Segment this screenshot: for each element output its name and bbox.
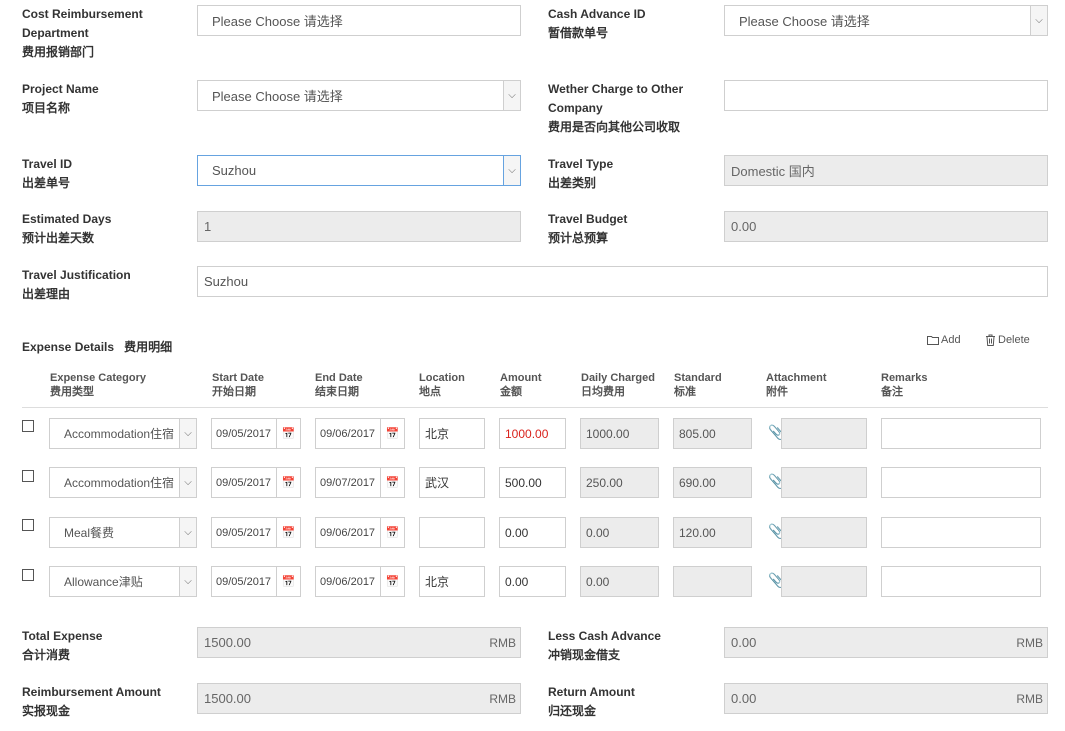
location-input[interactable]: 北京 — [419, 566, 485, 597]
location-input[interactable]: 北京 — [419, 418, 485, 449]
category-select[interactable]: Accommodation住宿 ⌵ — [49, 418, 197, 449]
amount-input[interactable]: 0.00 — [499, 566, 566, 597]
start-date-input[interactable]: 09/05/2017 📅 — [211, 467, 301, 498]
cost-dept-select[interactable]: Please Choose 请选择 — [197, 5, 521, 36]
end-date-input[interactable]: 09/06/2017 📅 — [315, 517, 405, 548]
calendar-icon[interactable]: 📅 — [380, 518, 404, 547]
estimated-days-label: Estimated Days 预计出差天数 — [22, 212, 112, 245]
chevron-down-icon: ⌵ — [503, 156, 520, 185]
col-header-location: Location 地点 — [419, 372, 465, 398]
end-date-input[interactable]: 09/07/2017 📅 — [315, 467, 405, 498]
estimated-days-field: 1 — [197, 211, 521, 242]
remarks-input[interactable] — [881, 418, 1041, 449]
calendar-icon[interactable]: 📅 — [380, 468, 404, 497]
chevron-down-icon: ⌵ — [179, 567, 196, 596]
calendar-icon[interactable]: 📅 — [380, 567, 404, 596]
end-date-input[interactable]: 09/06/2017 📅 — [315, 566, 405, 597]
justification-label: Travel Justification 出差理由 — [22, 268, 131, 301]
location-input[interactable] — [419, 517, 485, 548]
start-date-input[interactable]: 09/05/2017 📅 — [211, 418, 301, 449]
cost-dept-label: Cost Reimbursement Department 费用报销部门 — [22, 7, 143, 59]
attachment-field — [781, 566, 867, 597]
delete-button[interactable]: Delete — [985, 334, 1030, 346]
project-name-select[interactable]: Please Choose 请选择 ⌵ — [197, 80, 521, 111]
standard-field — [673, 566, 752, 597]
return-amount-field: 0.00 RMB — [724, 683, 1048, 714]
col-header-daily: Daily Charged 日均费用 — [581, 372, 655, 398]
standard-field: 690.00 — [673, 467, 752, 498]
remarks-input[interactable] — [881, 467, 1041, 498]
attachment-field — [781, 467, 867, 498]
row-checkbox[interactable] — [22, 420, 34, 432]
col-header-attachment: Attachment 附件 — [766, 372, 827, 398]
calendar-icon[interactable]: 📅 — [276, 419, 300, 448]
trash-icon — [986, 334, 995, 346]
project-name-label: Project Name 项目名称 — [22, 82, 99, 115]
remarks-input[interactable] — [881, 517, 1041, 548]
amount-input[interactable]: 0.00 — [499, 517, 566, 548]
reimbursement-label: Reimbursement Amount 实报现金 — [22, 685, 161, 718]
row-checkbox[interactable] — [22, 569, 34, 581]
col-header-category: Expense Category 费用类型 — [50, 372, 146, 398]
expense-details-title: Expense Details 费用明细 — [22, 340, 173, 354]
total-expense-label: Total Expense 合计消费 — [22, 629, 103, 662]
charge-other-field[interactable] — [724, 80, 1048, 111]
standard-field: 805.00 — [673, 418, 752, 449]
travel-budget-field: 0.00 — [724, 211, 1048, 242]
amount-input[interactable]: 500.00 — [499, 467, 566, 498]
calendar-icon[interactable]: 📅 — [276, 468, 300, 497]
travel-id-label: Travel ID 出差单号 — [22, 157, 73, 190]
reimbursement-field: 1500.00 RMB — [197, 683, 521, 714]
standard-field: 120.00 — [673, 517, 752, 548]
category-select[interactable]: Meal餐费 ⌵ — [49, 517, 197, 548]
location-input[interactable]: 武汉 — [419, 467, 485, 498]
chevron-down-icon: ⌵ — [179, 468, 196, 497]
col-header-start: Start Date 开始日期 — [212, 372, 264, 398]
cash-advance-id-select[interactable]: Please Choose 请选择 ⌵ — [724, 5, 1048, 36]
chevron-down-icon: ⌵ — [503, 81, 520, 110]
less-cash-advance-label: Less Cash Advance 冲销现金借支 — [548, 629, 661, 662]
chevron-down-icon: ⌵ — [179, 518, 196, 547]
daily-charged-field: 250.00 — [580, 467, 659, 498]
calendar-icon[interactable]: 📅 — [380, 419, 404, 448]
header-divider — [22, 407, 1048, 408]
row-checkbox[interactable] — [22, 519, 34, 531]
attachment-field — [781, 418, 867, 449]
chevron-down-icon: ⌵ — [1030, 6, 1047, 35]
calendar-icon[interactable]: 📅 — [276, 567, 300, 596]
travel-type-field: Domestic 国内 — [724, 155, 1048, 186]
start-date-input[interactable]: 09/05/2017 📅 — [211, 517, 301, 548]
col-header-end: End Date 结束日期 — [315, 372, 363, 398]
row-checkbox[interactable] — [22, 470, 34, 482]
daily-charged-field: 0.00 — [580, 566, 659, 597]
add-button[interactable]: Add — [927, 334, 961, 346]
start-date-input[interactable]: 09/05/2017 📅 — [211, 566, 301, 597]
attachment-field — [781, 517, 867, 548]
end-date-input[interactable]: 09/06/2017 📅 — [315, 418, 405, 449]
category-select[interactable]: Allowance津贴 ⌵ — [49, 566, 197, 597]
folder-icon — [927, 336, 939, 345]
total-expense-field: 1500.00 RMB — [197, 627, 521, 658]
category-select[interactable]: Accommodation住宿 ⌵ — [49, 467, 197, 498]
travel-type-label: Travel Type 出差类别 — [548, 157, 614, 190]
cash-advance-id-label: Cash Advance ID 暂借款单号 — [548, 7, 646, 40]
daily-charged-field: 0.00 — [580, 517, 659, 548]
charge-other-label: Wether Charge to Other Company 费用是否向其他公司… — [548, 82, 684, 134]
calendar-icon[interactable]: 📅 — [276, 518, 300, 547]
chevron-down-icon: ⌵ — [179, 419, 196, 448]
amount-input[interactable]: 1000.00 — [499, 418, 566, 449]
remarks-input[interactable] — [881, 566, 1041, 597]
col-header-amount: Amount 金额 — [500, 372, 542, 398]
daily-charged-field: 1000.00 — [580, 418, 659, 449]
col-header-standard: Standard 标准 — [674, 372, 722, 398]
travel-budget-label: Travel Budget 预计总预算 — [548, 212, 628, 245]
col-header-remarks: Remarks 备注 — [881, 372, 928, 398]
return-amount-label: Return Amount 归还现金 — [548, 685, 635, 718]
justification-input[interactable]: Suzhou — [197, 266, 1048, 297]
less-cash-advance-field: 0.00 RMB — [724, 627, 1048, 658]
travel-id-select[interactable]: Suzhou ⌵ — [197, 155, 521, 186]
